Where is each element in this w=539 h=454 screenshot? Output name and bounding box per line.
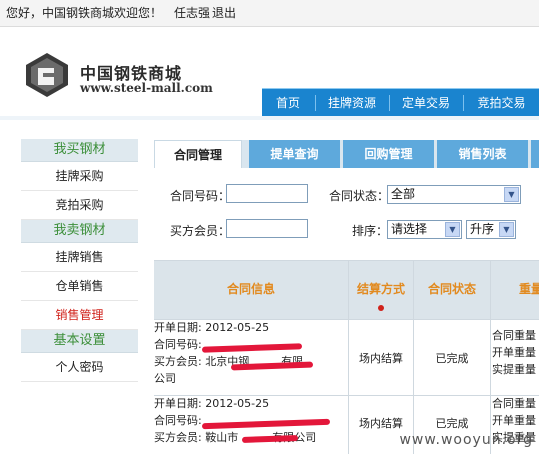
buyer-input[interactable] [226,219,308,238]
header-settlement-label: 结算方式 [356,282,405,296]
tab-buyback-management[interactable]: 回购管理 [343,140,434,168]
chevron-down-icon: ▼ [499,222,514,237]
tab-bar: 合同管理 提单查询 回购管理 销售列表 [154,140,539,169]
buyer-label: 买方会员： [170,224,231,238]
sidebar-item-sales-management[interactable]: 销售管理 [21,301,138,330]
row-1-date: 开单日期: 2012-05-25 [154,321,270,334]
main-nav: 首页 挂牌资源 定单交易 竞拍交易 [262,88,539,117]
watermark: www.wooyun.org [399,432,533,448]
order-select[interactable]: 升序 ▼ [466,220,516,239]
row-1-settlement: 场内结算 [359,352,403,365]
nav-listing-resources[interactable]: 挂牌资源 [316,89,388,117]
chevron-down-icon: ▼ [445,222,460,237]
logo-url: www.steel-mall.com [80,81,213,95]
sidebar-item-auction-purchase[interactable]: 竞拍采购 [21,191,138,220]
row-2-date: 开单日期: 2012-05-25 [154,397,270,410]
nav-underline [0,116,539,120]
nav-auction-trading[interactable]: 竞拍交易 [464,89,539,117]
site-logo[interactable]: 中国钢铁商城 www.steel-mall.com [24,52,214,102]
tab-contract-management[interactable]: 合同管理 [154,140,242,169]
contract-status-value: 全部 [391,187,416,201]
contract-table: 合同信息 结算方式 合同状态 重量 开单日期: 2012-05-25 合同号码:… [154,260,539,454]
sidebar-item-warehouse-sales[interactable]: 仓单销售 [21,272,138,301]
row-2-status: 已完成 [435,417,469,430]
logout-link[interactable]: 退出 [212,0,236,26]
tab-bill-query[interactable]: 提单查询 [249,140,340,168]
sidebar-section-settings: 基本设置 [21,330,138,353]
contract-status-select[interactable]: 全部 ▼ [387,185,521,204]
contract-status-label: 合同状态： [329,189,390,203]
steel-mall-logo-icon [26,53,68,97]
welcome-text: 您好，中国钢铁商城欢迎您！ [6,6,163,20]
sidebar-section-buy: 我买钢材 [21,139,138,162]
row-1-status: 已完成 [435,352,469,365]
row-1-weights: 合同重量 开单重量 实提重量 [492,329,536,376]
table-row-1-contract-info: 开单日期: 2012-05-25 合同号码: 买方会员: 北京中钢有限 公司 [154,319,348,387]
header-weight: 重量 [491,261,539,319]
sort-indicator-icon [378,305,384,311]
contract-no-label: 合同号码： [170,189,231,203]
order-value: 升序 [470,222,495,236]
sort-value: 请选择 [391,222,428,236]
column-divider [490,261,491,454]
filter-form: 合同号码： 合同状态： 全部 ▼ 买方会员： 排序： 请选择 ▼ 升序 ▼ [154,168,539,256]
header-settlement[interactable]: 结算方式 [349,261,413,319]
nav-home[interactable]: 首页 [262,89,314,117]
header-contract-status: 合同状态 [414,261,490,319]
sort-select[interactable]: 请选择 ▼ [387,220,462,239]
row-2-settlement: 场内结算 [359,417,403,430]
sort-label: 排序： [352,224,389,238]
sidebar-item-listing-sales[interactable]: 挂牌销售 [21,243,138,272]
username-link[interactable]: 任志强 [174,0,210,26]
sidebar-item-password[interactable]: 个人密码 [21,353,138,382]
sidebar-item-listing-purchase[interactable]: 挂牌采购 [21,162,138,191]
tab-overflow[interactable] [531,140,539,168]
sidebar-section-sell: 我卖钢材 [21,220,138,243]
tab-sales-list[interactable]: 销售列表 [437,140,528,168]
header-contract-info: 合同信息 [154,261,348,319]
nav-order-trading[interactable]: 定单交易 [390,89,462,117]
sidebar: 我买钢材 挂牌采购 竞拍采购 我卖钢材 挂牌销售 仓单销售 销售管理 基本设置 … [21,139,138,382]
row-1-buyer-cont: 公司 [154,372,176,385]
top-bar: 您好，中国钢铁商城欢迎您！ 任志强 退出 [0,0,539,27]
chevron-down-icon: ▼ [504,187,519,202]
contract-no-input[interactable] [226,184,308,203]
